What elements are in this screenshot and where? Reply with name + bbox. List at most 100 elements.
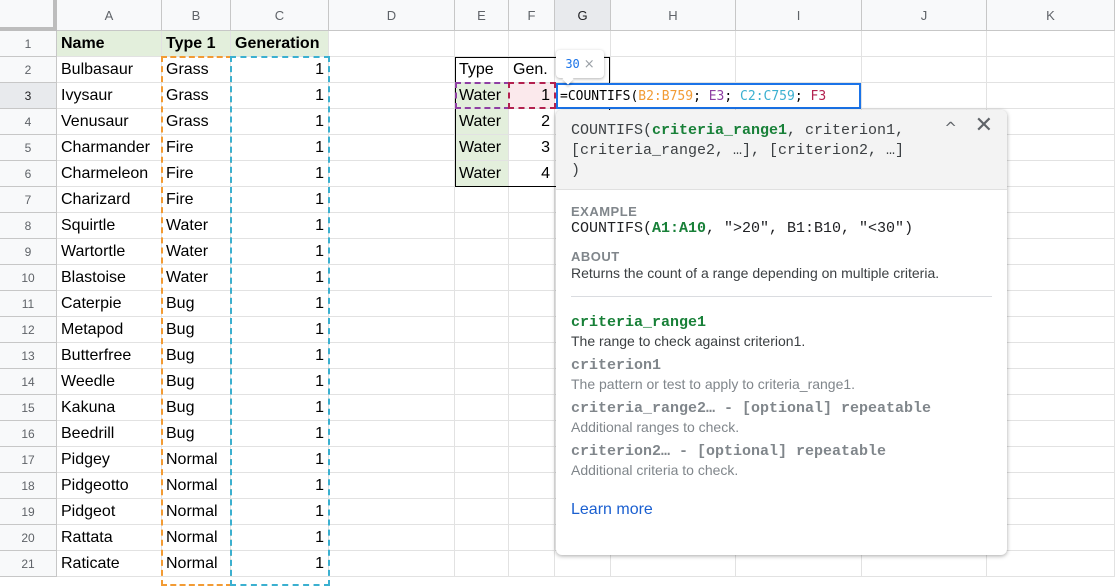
cell-c15[interactable]: 1: [231, 395, 329, 421]
cell-e8[interactable]: [455, 213, 509, 239]
cell-d7[interactable]: [329, 187, 455, 213]
cell-a19[interactable]: Pidgeot: [57, 499, 162, 525]
cell-d21[interactable]: [329, 551, 455, 577]
cell-b8[interactable]: Water: [162, 213, 231, 239]
cell-e11[interactable]: [455, 291, 509, 317]
cell-f8[interactable]: [509, 213, 555, 239]
cell-a5[interactable]: Charmander: [57, 135, 162, 161]
cell-c14[interactable]: 1: [231, 369, 329, 395]
cell-d11[interactable]: [329, 291, 455, 317]
cell-a10[interactable]: Blastoise: [57, 265, 162, 291]
cell-b14[interactable]: Bug: [162, 369, 231, 395]
cell-a3[interactable]: Ivysaur: [57, 83, 162, 109]
cell-c18[interactable]: 1: [231, 473, 329, 499]
cell-b3[interactable]: Grass: [162, 83, 231, 109]
row-header-4[interactable]: 4: [0, 109, 57, 135]
cell-c6[interactable]: 1: [231, 161, 329, 187]
cell-d20[interactable]: [329, 525, 455, 551]
cell-c8[interactable]: 1: [231, 213, 329, 239]
summary-header-type[interactable]: Type: [455, 57, 509, 83]
cell-d4[interactable]: [329, 109, 455, 135]
column-header-j[interactable]: J: [862, 0, 987, 31]
cell-d3[interactable]: [329, 83, 455, 109]
cell-a8[interactable]: Squirtle: [57, 213, 162, 239]
cell-d14[interactable]: [329, 369, 455, 395]
cell-c17[interactable]: 1: [231, 447, 329, 473]
cell-e17[interactable]: [455, 447, 509, 473]
cell-k2[interactable]: [987, 57, 1115, 83]
close-preview-icon[interactable]: ×: [584, 57, 595, 72]
cell-e4[interactable]: Water: [455, 109, 509, 135]
column-title-type-1[interactable]: Type 1: [162, 31, 231, 57]
row-header-7[interactable]: 7: [0, 187, 57, 213]
cell-d1[interactable]: [329, 31, 455, 57]
cell-b6[interactable]: Fire: [162, 161, 231, 187]
cell-b10[interactable]: Water: [162, 265, 231, 291]
row-header-20[interactable]: 20: [0, 525, 57, 551]
cell-b20[interactable]: Normal: [162, 525, 231, 551]
row-header-18[interactable]: 18: [0, 473, 57, 499]
cell-b7[interactable]: Fire: [162, 187, 231, 213]
cell-e19[interactable]: [455, 499, 509, 525]
cell-k21[interactable]: [987, 551, 1115, 577]
cell-c2[interactable]: 1: [231, 57, 329, 83]
cell-f17[interactable]: [509, 447, 555, 473]
column-title-generation[interactable]: Generation: [231, 31, 329, 57]
cell-d9[interactable]: [329, 239, 455, 265]
cell-b9[interactable]: Water: [162, 239, 231, 265]
cell-c21[interactable]: 1: [231, 551, 329, 577]
column-header-d[interactable]: D: [329, 0, 455, 31]
cell-e6[interactable]: Water: [455, 161, 509, 187]
cell-f13[interactable]: [509, 343, 555, 369]
cell-f3[interactable]: 1: [509, 83, 555, 109]
cell-a16[interactable]: Beedrill: [57, 421, 162, 447]
cell-d8[interactable]: [329, 213, 455, 239]
row-header-13[interactable]: 13: [0, 343, 57, 369]
cell-d2[interactable]: [329, 57, 455, 83]
column-header-c[interactable]: C: [231, 0, 329, 31]
cell-c16[interactable]: 1: [231, 421, 329, 447]
cell-f14[interactable]: [509, 369, 555, 395]
cell-a17[interactable]: Pidgey: [57, 447, 162, 473]
row-header-2[interactable]: 2: [0, 57, 57, 83]
cell-d16[interactable]: [329, 421, 455, 447]
cell-f1[interactable]: [509, 31, 555, 57]
collapse-chevron-up-icon[interactable]: ^: [944, 118, 957, 138]
column-header-k[interactable]: K: [987, 0, 1115, 31]
cell-e16[interactable]: [455, 421, 509, 447]
row-header-8[interactable]: 8: [0, 213, 57, 239]
cell-d17[interactable]: [329, 447, 455, 473]
cell-d12[interactable]: [329, 317, 455, 343]
row-header-15[interactable]: 15: [0, 395, 57, 421]
row-header-1[interactable]: 1: [0, 31, 57, 57]
cell-j1[interactable]: [862, 31, 987, 57]
cell-d15[interactable]: [329, 395, 455, 421]
row-header-6[interactable]: 6: [0, 161, 57, 187]
cell-f10[interactable]: [509, 265, 555, 291]
cell-j3[interactable]: [862, 83, 987, 109]
cell-d18[interactable]: [329, 473, 455, 499]
row-header-21[interactable]: 21: [0, 551, 57, 577]
cell-c19[interactable]: 1: [231, 499, 329, 525]
cell-c10[interactable]: 1: [231, 265, 329, 291]
row-header-3[interactable]: 3: [0, 83, 57, 109]
cell-f7[interactable]: [509, 187, 555, 213]
cell-d13[interactable]: [329, 343, 455, 369]
cell-d19[interactable]: [329, 499, 455, 525]
cell-e20[interactable]: [455, 525, 509, 551]
cell-c11[interactable]: 1: [231, 291, 329, 317]
cell-a21[interactable]: Raticate: [57, 551, 162, 577]
cell-a15[interactable]: Kakuna: [57, 395, 162, 421]
cell-b21[interactable]: Normal: [162, 551, 231, 577]
summary-header-gen[interactable]: Gen.: [509, 57, 555, 83]
cell-b5[interactable]: Fire: [162, 135, 231, 161]
cell-a4[interactable]: Venusaur: [57, 109, 162, 135]
cell-a20[interactable]: Rattata: [57, 525, 162, 551]
column-title-name[interactable]: Name: [57, 31, 162, 57]
cell-e3[interactable]: Water: [455, 83, 509, 109]
cell-b19[interactable]: Normal: [162, 499, 231, 525]
cell-b13[interactable]: Bug: [162, 343, 231, 369]
column-header-f[interactable]: F: [509, 0, 555, 31]
cell-d10[interactable]: [329, 265, 455, 291]
column-header-i[interactable]: I: [736, 0, 862, 31]
